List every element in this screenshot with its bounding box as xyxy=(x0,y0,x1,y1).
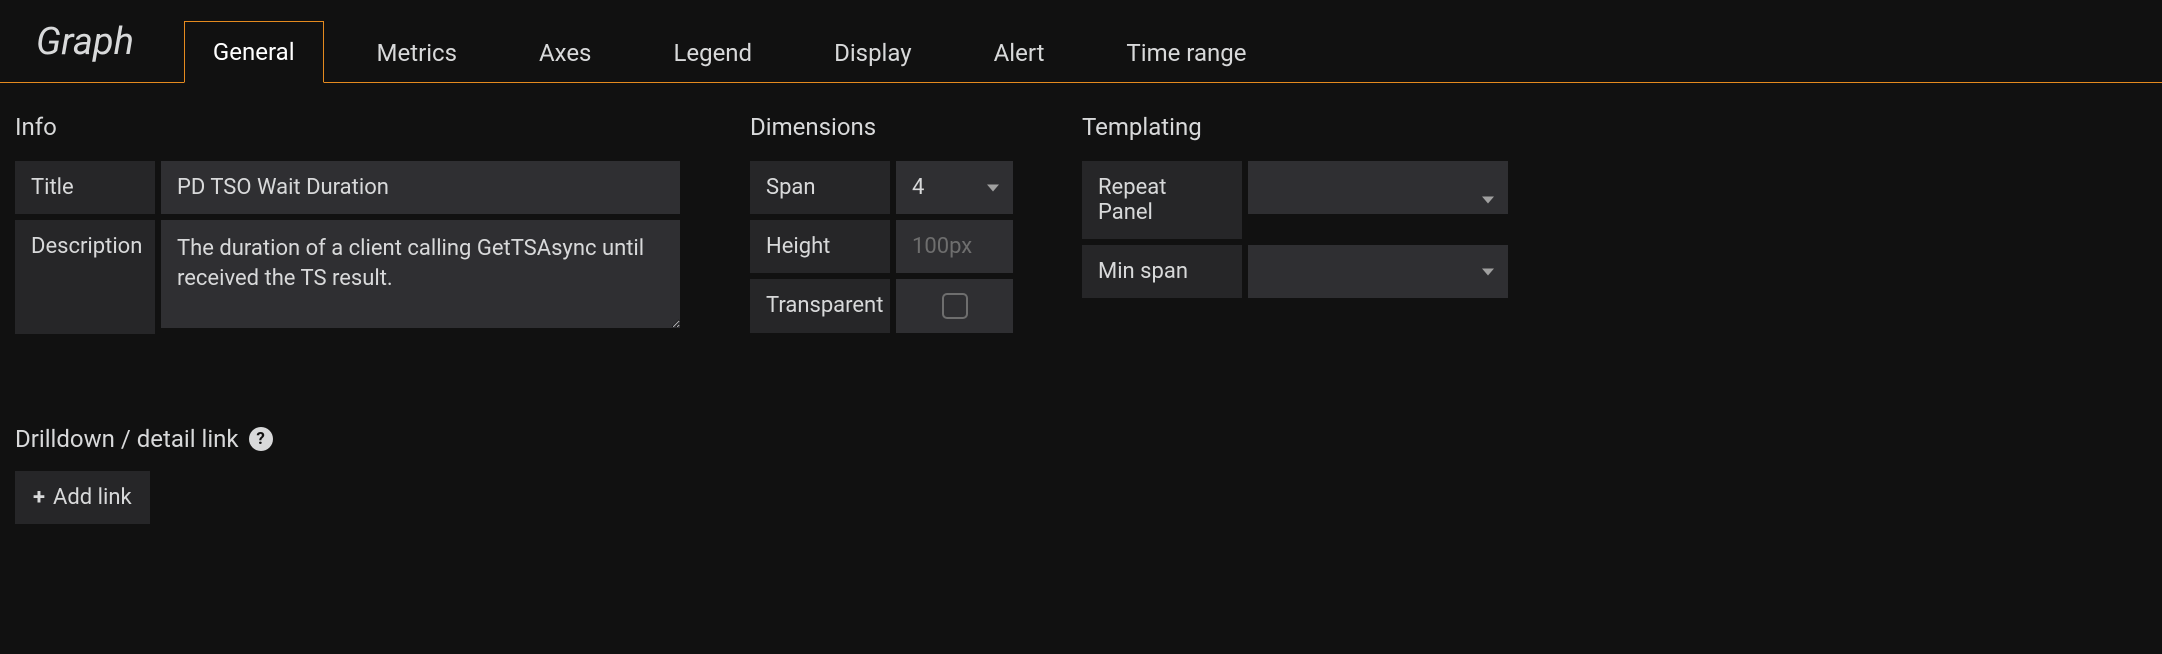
height-label: Height xyxy=(750,220,890,273)
tab-bar: General Metrics Axes Legend Display Aler… xyxy=(184,0,1300,82)
dimensions-section: Dimensions Span 4 Height Transparent xyxy=(750,113,1012,340)
info-section: Info Title Description The duration of a… xyxy=(15,113,680,340)
tab-legend[interactable]: Legend xyxy=(644,22,781,83)
description-label: Description xyxy=(15,220,155,334)
repeat-panel-row: Repeat Panel xyxy=(1082,161,1507,239)
tab-general[interactable]: General xyxy=(184,21,324,83)
tab-metrics[interactable]: Metrics xyxy=(348,22,486,83)
min-span-select[interactable] xyxy=(1248,245,1508,298)
min-span-label: Min span xyxy=(1082,245,1242,298)
tab-alert[interactable]: Alert xyxy=(965,22,1074,83)
min-span-row: Min span xyxy=(1082,245,1507,298)
editor-content: Info Title Description The duration of a… xyxy=(0,83,2162,370)
height-input[interactable] xyxy=(896,220,1013,273)
drilldown-section: Drilldown / detail link ? + Add link xyxy=(0,370,2162,524)
span-select[interactable]: 4 xyxy=(896,161,1013,214)
templating-section: Templating Repeat Panel Min span xyxy=(1082,113,1507,340)
title-input[interactable] xyxy=(161,161,680,214)
plus-icon: + xyxy=(33,485,45,510)
tab-axes[interactable]: Axes xyxy=(510,22,620,83)
drilldown-title-text: Drilldown / detail link xyxy=(15,425,239,453)
description-row: Description The duration of a client cal… xyxy=(15,220,680,334)
description-textarea[interactable]: The duration of a client calling GetTSAs… xyxy=(161,220,680,328)
add-link-button[interactable]: + Add link xyxy=(15,471,150,524)
dimensions-section-title: Dimensions xyxy=(750,113,1012,141)
transparent-label: Transparent xyxy=(750,279,890,333)
height-row: Height xyxy=(750,220,1012,273)
span-row: Span 4 xyxy=(750,161,1012,214)
info-section-title: Info xyxy=(15,113,680,141)
span-label: Span xyxy=(750,161,890,214)
help-icon[interactable]: ? xyxy=(249,427,273,451)
tab-time-range[interactable]: Time range xyxy=(1097,22,1275,83)
repeat-panel-label: Repeat Panel xyxy=(1082,161,1242,239)
add-link-label: Add link xyxy=(53,485,132,510)
repeat-panel-select[interactable] xyxy=(1248,161,1508,214)
title-label: Title xyxy=(15,161,155,214)
transparent-checkbox[interactable] xyxy=(942,293,968,319)
templating-section-title: Templating xyxy=(1082,113,1507,141)
title-row: Title xyxy=(15,161,680,214)
transparent-checkbox-wrap xyxy=(896,279,1013,333)
editor-header: Graph General Metrics Axes Legend Displa… xyxy=(0,0,2162,83)
drilldown-title: Drilldown / detail link ? xyxy=(15,425,2147,453)
panel-type-title: Graph xyxy=(0,20,184,82)
transparent-row: Transparent xyxy=(750,279,1012,333)
tab-display[interactable]: Display xyxy=(805,22,941,83)
